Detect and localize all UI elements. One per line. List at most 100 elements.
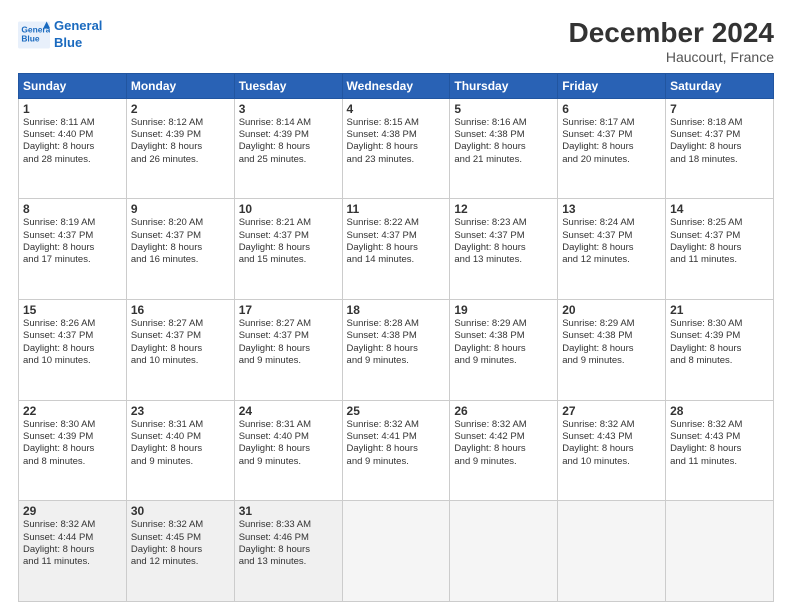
day-info-line: Sunrise: 8:32 AM: [131, 519, 230, 531]
day-number: 25: [347, 404, 446, 418]
day-info-line: Sunset: 4:37 PM: [562, 230, 661, 242]
calendar-cell: [558, 501, 666, 602]
day-info-line: and 11 minutes.: [670, 456, 769, 468]
day-info-line: Daylight: 8 hours: [454, 343, 553, 355]
svg-text:Blue: Blue: [21, 34, 40, 44]
calendar-cell: 3Sunrise: 8:14 AMSunset: 4:39 PMDaylight…: [234, 98, 342, 199]
day-info-line: and 9 minutes.: [347, 456, 446, 468]
day-info-line: and 17 minutes.: [23, 254, 122, 266]
page-subtitle: Haucourt, France: [569, 49, 774, 65]
title-block: December 2024 Haucourt, France: [569, 18, 774, 65]
day-info-line: Sunset: 4:46 PM: [239, 532, 338, 544]
calendar-cell: 13Sunrise: 8:24 AMSunset: 4:37 PMDayligh…: [558, 199, 666, 300]
calendar-cell: 27Sunrise: 8:32 AMSunset: 4:43 PMDayligh…: [558, 400, 666, 501]
day-info-line: and 12 minutes.: [562, 254, 661, 266]
day-number: 7: [670, 102, 769, 116]
day-info-line: Daylight: 8 hours: [131, 544, 230, 556]
day-number: 10: [239, 202, 338, 216]
day-info-line: Sunrise: 8:28 AM: [347, 318, 446, 330]
day-info-line: Daylight: 8 hours: [454, 141, 553, 153]
calendar-cell: 9Sunrise: 8:20 AMSunset: 4:37 PMDaylight…: [126, 199, 234, 300]
day-info-line: Sunrise: 8:31 AM: [239, 419, 338, 431]
day-info-line: Sunset: 4:41 PM: [347, 431, 446, 443]
day-number: 30: [131, 504, 230, 518]
day-number: 28: [670, 404, 769, 418]
day-info-line: Sunset: 4:37 PM: [454, 230, 553, 242]
day-info-line: and 10 minutes.: [23, 355, 122, 367]
calendar-cell: 17Sunrise: 8:27 AMSunset: 4:37 PMDayligh…: [234, 300, 342, 401]
calendar-cell: 14Sunrise: 8:25 AMSunset: 4:37 PMDayligh…: [666, 199, 774, 300]
calendar-cell: 25Sunrise: 8:32 AMSunset: 4:41 PMDayligh…: [342, 400, 450, 501]
calendar-table: SundayMondayTuesdayWednesdayThursdayFrid…: [18, 73, 774, 602]
day-info-line: and 8 minutes.: [670, 355, 769, 367]
day-info-line: Sunrise: 8:32 AM: [670, 419, 769, 431]
calendar-cell: 24Sunrise: 8:31 AMSunset: 4:40 PMDayligh…: [234, 400, 342, 501]
calendar-cell: 16Sunrise: 8:27 AMSunset: 4:37 PMDayligh…: [126, 300, 234, 401]
day-info-line: Sunrise: 8:25 AM: [670, 217, 769, 229]
day-info-line: Daylight: 8 hours: [23, 443, 122, 455]
day-info-line: Sunset: 4:38 PM: [454, 129, 553, 141]
day-info-line: Daylight: 8 hours: [454, 443, 553, 455]
day-info-line: Daylight: 8 hours: [347, 141, 446, 153]
day-info-line: Daylight: 8 hours: [454, 242, 553, 254]
day-info-line: Sunset: 4:39 PM: [239, 129, 338, 141]
day-info-line: and 8 minutes.: [23, 456, 122, 468]
day-info-line: Sunset: 4:39 PM: [131, 129, 230, 141]
calendar-week-5: 29Sunrise: 8:32 AMSunset: 4:44 PMDayligh…: [19, 501, 774, 602]
day-info-line: Daylight: 8 hours: [562, 141, 661, 153]
day-info-line: Sunset: 4:37 PM: [562, 129, 661, 141]
day-info-line: Daylight: 8 hours: [562, 443, 661, 455]
day-info-line: Sunset: 4:37 PM: [131, 230, 230, 242]
day-info-line: Sunrise: 8:27 AM: [131, 318, 230, 330]
day-number: 15: [23, 303, 122, 317]
day-info-line: Sunrise: 8:22 AM: [347, 217, 446, 229]
day-number: 12: [454, 202, 553, 216]
day-info-line: Sunrise: 8:17 AM: [562, 117, 661, 129]
day-info-line: and 11 minutes.: [23, 556, 122, 568]
calendar-header-thursday: Thursday: [450, 73, 558, 98]
day-info-line: and 26 minutes.: [131, 154, 230, 166]
day-info-line: Daylight: 8 hours: [23, 343, 122, 355]
day-number: 20: [562, 303, 661, 317]
day-info-line: Sunrise: 8:21 AM: [239, 217, 338, 229]
day-info-line: Daylight: 8 hours: [131, 343, 230, 355]
day-info-line: Sunrise: 8:27 AM: [239, 318, 338, 330]
day-info-line: Sunset: 4:37 PM: [239, 330, 338, 342]
day-info-line: Sunset: 4:45 PM: [131, 532, 230, 544]
day-info-line: Daylight: 8 hours: [562, 242, 661, 254]
day-number: 6: [562, 102, 661, 116]
day-number: 14: [670, 202, 769, 216]
day-info-line: Sunset: 4:37 PM: [670, 129, 769, 141]
calendar-cell: 29Sunrise: 8:32 AMSunset: 4:44 PMDayligh…: [19, 501, 127, 602]
day-number: 9: [131, 202, 230, 216]
day-info-line: and 9 minutes.: [239, 355, 338, 367]
day-info-line: Daylight: 8 hours: [347, 242, 446, 254]
day-info-line: Sunset: 4:43 PM: [670, 431, 769, 443]
day-info-line: and 9 minutes.: [454, 456, 553, 468]
day-info-line: Sunrise: 8:29 AM: [562, 318, 661, 330]
day-info-line: and 13 minutes.: [239, 556, 338, 568]
logo-icon: General Blue: [18, 21, 50, 49]
day-info-line: Sunset: 4:37 PM: [23, 230, 122, 242]
calendar-cell: 8Sunrise: 8:19 AMSunset: 4:37 PMDaylight…: [19, 199, 127, 300]
day-info-line: Sunrise: 8:11 AM: [23, 117, 122, 129]
day-info-line: Sunset: 4:37 PM: [239, 230, 338, 242]
day-info-line: Sunset: 4:42 PM: [454, 431, 553, 443]
day-info-line: Daylight: 8 hours: [23, 242, 122, 254]
day-info-line: Daylight: 8 hours: [131, 443, 230, 455]
day-number: 4: [347, 102, 446, 116]
day-info-line: and 25 minutes.: [239, 154, 338, 166]
day-number: 1: [23, 102, 122, 116]
day-info-line: and 23 minutes.: [347, 154, 446, 166]
day-number: 13: [562, 202, 661, 216]
day-info-line: Sunrise: 8:20 AM: [131, 217, 230, 229]
calendar-cell: 15Sunrise: 8:26 AMSunset: 4:37 PMDayligh…: [19, 300, 127, 401]
day-info-line: Sunrise: 8:32 AM: [347, 419, 446, 431]
day-number: 5: [454, 102, 553, 116]
day-info-line: Sunrise: 8:23 AM: [454, 217, 553, 229]
day-info-line: and 11 minutes.: [670, 254, 769, 266]
calendar-header-monday: Monday: [126, 73, 234, 98]
day-number: 27: [562, 404, 661, 418]
logo: General Blue General Blue: [18, 18, 102, 52]
day-info-line: Sunset: 4:38 PM: [347, 129, 446, 141]
